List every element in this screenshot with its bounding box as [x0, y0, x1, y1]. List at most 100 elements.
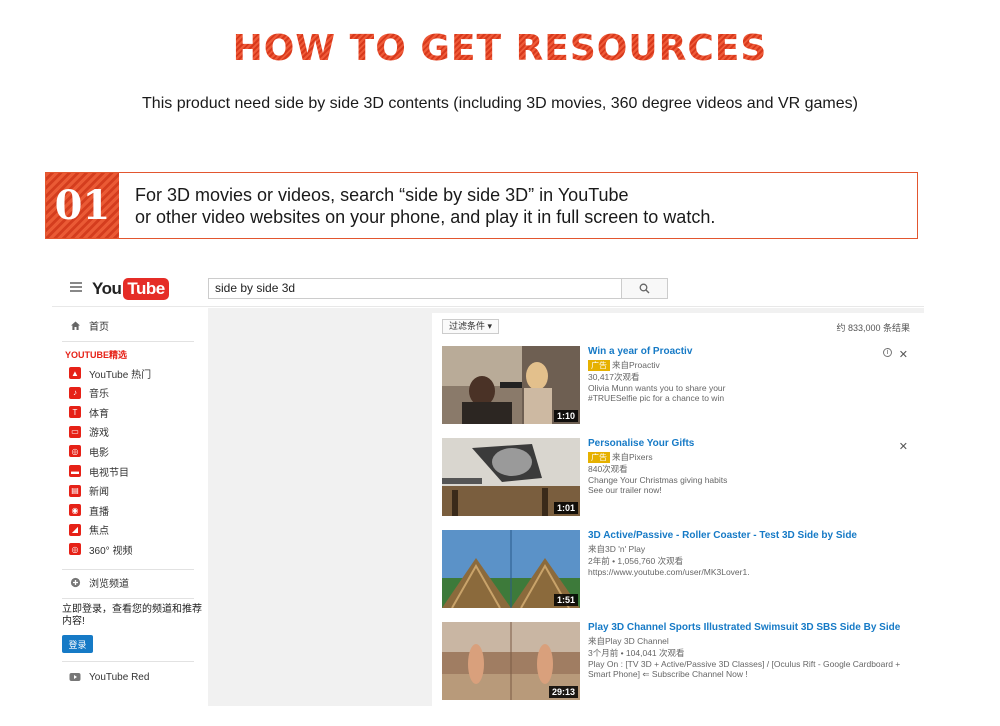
fire-icon: ▲ [69, 367, 81, 379]
sidebar-item-label: 电视节目 [89, 467, 129, 479]
tv-icon: ▬ [69, 465, 81, 477]
result-item[interactable]: 29:13 Play 3D Channel Sports Illustrated… [442, 622, 912, 708]
sidebar-item-label: YouTube 热门 [89, 369, 152, 381]
video-title[interactable]: Personalise Your Gifts [588, 438, 694, 449]
video-views: 2年前 • 1,056,760 次观看 [588, 556, 684, 566]
video-thumbnail[interactable]: 29:13 [442, 622, 580, 700]
video-views: 840次观看 [588, 464, 628, 474]
step-text: For 3D movies or videos, search “side by… [135, 184, 715, 228]
youtube-logo[interactable]: You Tube [92, 278, 169, 300]
video-title[interactable]: Win a year of Proactiv [588, 346, 692, 357]
video-channel: 来自3D 'n' Play [588, 544, 646, 554]
result-count: 约 833,000 条结果 [836, 323, 910, 333]
menu-icon[interactable] [70, 282, 82, 292]
sidebar-item-1[interactable]: ♪ 音乐 [69, 384, 109, 402]
sidebar-item-4[interactable]: ◎ 电影 [69, 442, 109, 460]
video-description: https://www.youtube.com/user/MK3Lover1. [588, 567, 750, 577]
video-duration: 1:10 [553, 410, 578, 422]
youtube-topbar: You Tube side by side 3d [52, 270, 924, 307]
spotlight-icon: ◢ [69, 523, 81, 536]
close-icon[interactable]: ✕ [899, 440, 908, 453]
gamepad-icon: ▭ [69, 425, 81, 438]
video-description: Play On : [TV 3D + Active/Passive 3D Cla… [588, 659, 901, 669]
video-duration: 1:01 [553, 502, 578, 514]
video-description: Change Your Christmas giving habits [588, 475, 728, 485]
sidebar-item-2[interactable]: T 体育 [69, 403, 109, 421]
video-description: See our trailer now! [588, 485, 662, 495]
video-description: Smart Phone] ⇐ Subscribe Channel Now ! [588, 669, 748, 679]
sidebar-item-6[interactable]: ▤ 新闻 [69, 482, 109, 500]
sidebar-item-label: 直播 [89, 506, 109, 518]
filter-button[interactable]: 过滤条件 ▾ [442, 319, 500, 334]
sidebar-item-9[interactable]: ◎ 360° 视频 [69, 540, 132, 558]
youtube-red-icon [69, 671, 81, 683]
sidebar-item-label: 电影 [89, 447, 109, 459]
info-icon[interactable]: i [883, 348, 892, 357]
youtube-screenshot: You Tube side by side 3d 首页 YOUTUBE精选 ▲ Y… [52, 270, 924, 706]
sidebar-divider [62, 341, 194, 342]
video-duration: 29:13 [548, 686, 578, 698]
search-results: 过滤条件 ▾ 约 833,000 条结果 1:10 Win a year of … [432, 313, 924, 706]
video-description: Olivia Munn wants you to share your [588, 383, 726, 393]
sidebar-item-label: YouTube Red [89, 671, 150, 683]
sidebar-item-label: 360° 视频 [89, 545, 133, 557]
sidebar-item-label: 首页 [89, 321, 109, 333]
sidebar-heading: YOUTUBE精选 [65, 350, 128, 360]
video-thumbnail[interactable]: 1:01 [442, 438, 580, 516]
sidebar-divider [62, 569, 194, 570]
video-thumbnail[interactable]: 1:10 [442, 346, 580, 424]
result-item[interactable]: 1:01 Personalise Your Gifts 广告 来自Pixers 8… [442, 438, 912, 524]
sidebar-item-label: 新闻 [89, 487, 109, 499]
step-number: 01 [46, 173, 119, 238]
video-channel: 广告 来自Proactiv [588, 359, 660, 371]
logo-tube: Tube [123, 278, 169, 300]
step-box: 01 For 3D movies or videos, search “side… [45, 172, 918, 239]
video-views: 3个月前 • 104,041 次观看 [588, 648, 685, 658]
close-icon[interactable]: ✕ [899, 348, 908, 361]
sidebar-item-label: 音乐 [89, 389, 109, 401]
search-input[interactable]: side by side 3d [208, 278, 622, 299]
sidebar-item-8[interactable]: ◢ 焦点 [69, 521, 109, 539]
sidebar-item-browse[interactable]: 浏览频道 [69, 573, 129, 591]
video-duration: 1:51 [553, 594, 578, 606]
video-views: 30,417次观看 [588, 372, 640, 382]
video-title[interactable]: Play 3D Channel Sports Illustrated Swims… [588, 622, 900, 633]
ad-badge: 广告 [588, 452, 610, 463]
sidebar-item-label: 浏览频道 [89, 578, 129, 590]
sidebar-item-label: 体育 [89, 408, 109, 420]
sidebar-item-home[interactable]: 首页 [69, 316, 109, 334]
plus-circle-icon [69, 576, 81, 588]
signin-button[interactable]: 登录 [62, 635, 93, 653]
film-icon: ◎ [69, 445, 81, 458]
search-icon [639, 283, 650, 294]
video-thumbnail[interactable]: 1:51 [442, 530, 580, 608]
music-icon: ♪ [69, 386, 81, 399]
signin-note: 立即登录，查看您的频道和推荐内容! [62, 604, 202, 627]
result-item[interactable]: 1:51 3D Active/Passive - Roller Coaster … [442, 530, 912, 616]
video-title[interactable]: 3D Active/Passive - Roller Coaster - Tes… [588, 530, 857, 541]
video-description: #TRUESelfie pic for a chance to win [588, 393, 725, 403]
trophy-icon: T [69, 406, 81, 419]
logo-you: You [92, 279, 122, 298]
sidebar-item-3[interactable]: ▭ 游戏 [69, 423, 109, 441]
sidebar-item-5[interactable]: ▬ 电视节目 [69, 462, 129, 480]
sidebar: 首页 YOUTUBE精选 ▲ YouTube 热门 ♪ 音乐 T 体育 ▭ 游戏 ◎ 电影 ▬ 电视节… [52, 308, 208, 706]
page-subtitle: This product need side by side 3D conten… [142, 95, 858, 112]
step-line-1: For 3D movies or videos, search “side by… [135, 185, 629, 205]
sidebar-item-label: 焦点 [89, 526, 109, 538]
home-icon [69, 319, 81, 331]
step-line-2: or other video websites on your phone, a… [135, 207, 716, 227]
sidebar-divider [62, 598, 194, 599]
ad-badge: 广告 [588, 360, 610, 371]
sidebar-item-youtube-red[interactable]: YouTube Red [69, 668, 149, 686]
video-channel: 广告 来自Pixers [588, 451, 653, 463]
page-title: HOW TO GET RESOURCES [0, 28, 1000, 69]
sidebar-item-0[interactable]: ▲ YouTube 热门 [69, 364, 151, 382]
sidebar-item-7[interactable]: ◉ 直播 [69, 501, 109, 519]
live-icon: ◉ [69, 504, 81, 517]
result-item[interactable]: 1:10 Win a year of Proactiv 广告 来自Proactiv… [442, 346, 912, 432]
search-button[interactable] [621, 278, 668, 299]
sidebar-divider [62, 661, 194, 662]
news-icon: ▤ [69, 484, 81, 497]
360-icon: ◎ [69, 543, 81, 556]
